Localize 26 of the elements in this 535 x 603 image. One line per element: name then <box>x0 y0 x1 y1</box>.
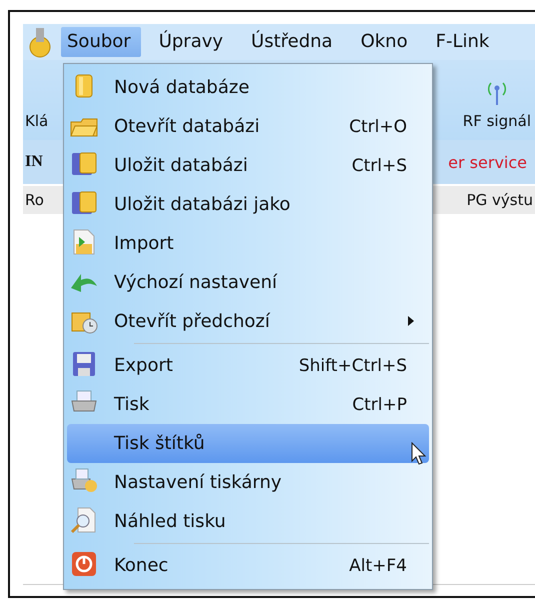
menu-item[interactable]: Konec Alt+F4 <box>67 546 429 585</box>
menubar-item[interactable]: F-Link <box>430 27 500 57</box>
status-message: er service <box>448 152 527 172</box>
menu-item[interactable]: Nová databáze <box>67 68 429 107</box>
menubar-item[interactable]: Soubor <box>61 27 141 57</box>
mouse-cursor-icon <box>411 442 427 466</box>
menu-item[interactable]: Nastavení tiskárny <box>67 463 429 502</box>
antenna-icon <box>486 80 507 106</box>
menu-item[interactable]: Výchozí nastavení <box>67 263 429 302</box>
menubar-item[interactable]: Ústředna <box>245 27 343 57</box>
menu-item[interactable]: Export Shift+Ctrl+S <box>67 346 429 385</box>
column-tab[interactable]: PG výstu <box>466 191 533 209</box>
menu-item[interactable]: Otevřít databázi Ctrl+O <box>67 107 429 146</box>
menubar-item[interactable]: Úpravy <box>152 27 234 57</box>
menu-item[interactable]: Import <box>67 224 429 263</box>
menu-item[interactable]: Náhled tisku <box>67 502 429 541</box>
toolbar-label[interactable]: Klá <box>25 112 48 130</box>
toolbar-label[interactable]: RF signál <box>462 112 531 130</box>
menu-item[interactable]: Uložit databázi jako <box>67 185 429 224</box>
menu-item[interactable]: Tisk štítků <box>67 424 429 463</box>
menu-item[interactable]: Uložit databázi Ctrl+S <box>67 146 429 185</box>
menu-item[interactable]: Tisk Ctrl+P <box>67 385 429 424</box>
menu-item[interactable]: Otevřít předchozí <box>67 302 429 341</box>
menubar-item[interactable]: Okno <box>354 27 418 57</box>
info-code: IN <box>25 153 43 171</box>
column-tab[interactable]: Ro <box>25 191 44 209</box>
